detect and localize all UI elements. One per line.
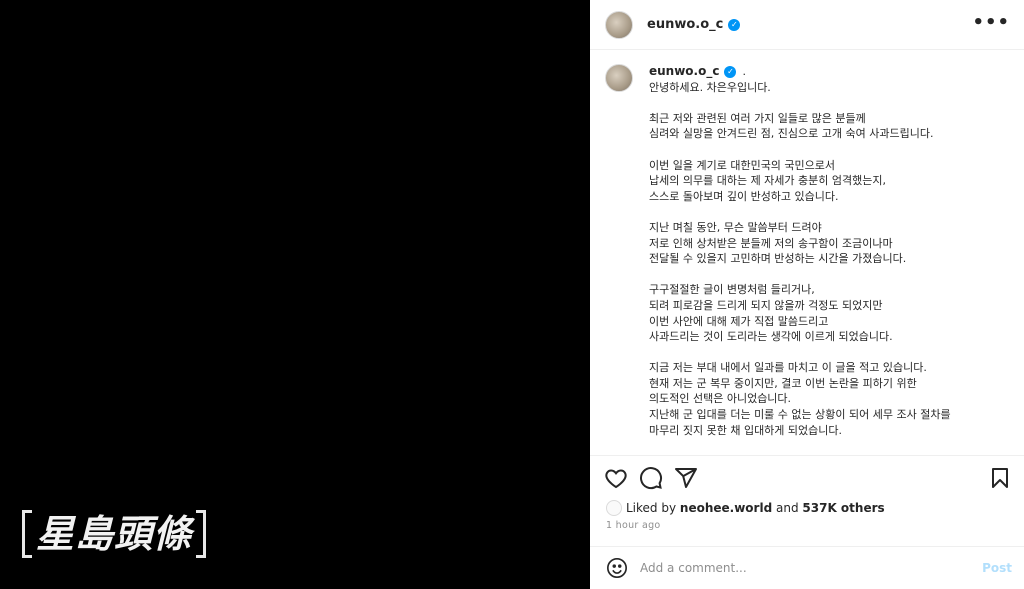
caption-username[interactable]: eunwo.o_c xyxy=(649,64,719,78)
caption-header-line: eunwo.o_c ✓. xyxy=(649,64,951,80)
caption-body: eunwo.o_c ✓. 안녕하세요. 차은우입니다. 최근 저와 관련된 여러 가… xyxy=(649,64,951,438)
likes-summary: Liked by neohee.world and 537K others xyxy=(606,500,885,516)
comment-icon[interactable] xyxy=(639,466,663,490)
caption: eunwo.o_c ✓. 안녕하세요. 차은우입니다. 최근 저와 관련된 여러 가… xyxy=(605,64,1010,438)
caption-line: 납세의 의무를 대하는 제 자세가 충분히 엄격했는지, xyxy=(649,174,886,188)
caption-text: 안녕하세요. 차은우입니다. 최근 저와 관련된 여러 가지 일들로 많은 분들께… xyxy=(649,80,951,439)
caption-line: 지난해 군 입대를 더는 미룰 수 없는 상황이 되어 세무 조사 절차를 xyxy=(649,408,951,422)
caption-line: 안녕하세요. 차은우입니다. xyxy=(649,80,771,94)
caption-line: 되려 피로감을 드리게 되지 않을까 걱정도 되었지만 xyxy=(649,298,883,312)
caption-line: 구구절절한 글이 변명처럼 들리거나, xyxy=(649,283,815,297)
caption-avatar[interactable] xyxy=(605,64,633,92)
verified-badge-icon: ✓ xyxy=(724,66,737,78)
header-username[interactable]: eunwo.o_c ✓ xyxy=(647,17,741,32)
watermark-logo: 星島頭條 xyxy=(22,510,207,558)
comment-bar: Add a comment... Post xyxy=(590,546,1024,589)
caption-paragraph: 안녕하세요. 차은우입니다. xyxy=(649,80,951,96)
caption-line: 마무리 짓지 못한 채 입대하게 되었습니다. xyxy=(649,423,843,437)
emoji-icon[interactable] xyxy=(606,557,628,579)
watermark-text: 星島頭條 xyxy=(36,512,193,556)
avatar[interactable] xyxy=(605,10,633,39)
caption-line: 이번 일을 계기로 대한민국의 국민으로서 xyxy=(649,158,836,172)
caption-paragraph: 지난 며칠 동안, 무슨 말씀부터 드려야저로 인해 상처받은 분들께 저의 송… xyxy=(649,220,951,267)
caption-line: 지금 저는 부대 내에서 일과를 마치고 이 글을 적고 있습니다. xyxy=(649,361,927,375)
caption-line: 지난 며칠 동안, 무슨 말씀부터 드려야 xyxy=(649,220,822,234)
post-panel: eunwo.o_c ✓ ••• eunwo.o_c ✓. 안녕하세요. 차은우입니다… xyxy=(590,0,1024,589)
caption-line: 전달될 수 있을지 고민하며 반성하는 시간을 가졌습니다. xyxy=(649,252,907,266)
caption-line: 현재 저는 군 복무 중이지만, 결코 이번 논란을 피하기 위한 xyxy=(649,376,917,390)
caption-paragraph: 최근 저와 관련된 여러 가지 일들로 많은 분들께심려와 실망을 안겨드린 점… xyxy=(649,111,951,142)
heart-icon[interactable] xyxy=(604,466,628,490)
liker-avatar[interactable] xyxy=(606,500,622,516)
share-icon[interactable] xyxy=(674,466,698,490)
caption-line: 이번 사안에 대해 제가 직접 말씀드리고 xyxy=(649,314,829,328)
likes-others[interactable]: 537K others xyxy=(802,501,884,515)
caption-line: 사과드리는 것이 도리라는 생각에 이르게 되었습니다. xyxy=(649,330,893,344)
bookmark-icon[interactable] xyxy=(988,466,1012,490)
caption-paragraph: 지금 저는 부대 내에서 일과를 마치고 이 글을 적고 있습니다. 현재 저는 … xyxy=(649,360,951,438)
watermark-bracket-left xyxy=(22,510,32,558)
caption-paragraph: 이번 일을 계기로 대한민국의 국민으로서납세의 의무를 대하는 제 자세가 충… xyxy=(649,158,951,205)
caption-line: 스스로 돌아보며 깊이 반성하고 있습니다. xyxy=(649,189,839,203)
caption-line: 의도적인 선택은 아니었습니다. xyxy=(649,392,792,406)
caption-line: 최근 저와 관련된 여러 가지 일들로 많은 분들께 xyxy=(649,111,866,125)
post-button[interactable]: Post xyxy=(982,561,1012,575)
media-area[interactable]: 星島頭條 xyxy=(0,0,590,589)
likes-joiner: and xyxy=(776,501,799,515)
post-timestamp[interactable]: 1 hour ago xyxy=(606,520,661,531)
caption-trailing: . xyxy=(742,65,746,78)
action-bar xyxy=(590,455,1024,497)
verified-badge-icon: ✓ xyxy=(728,18,741,31)
caption-line: 심려와 실망을 안겨드린 점, 진심으로 고개 숙여 사과드립니다. xyxy=(649,127,934,141)
likes-prefix: Liked by xyxy=(626,501,677,515)
more-options-icon[interactable]: ••• xyxy=(972,12,1010,33)
liker-username[interactable]: neohee.world xyxy=(680,501,772,515)
post-header: eunwo.o_c ✓ ••• xyxy=(590,0,1024,50)
caption-paragraph: 구구절절한 글이 변명처럼 들리거나, 되려 피로감을 드리게 되지 않을까 걱정… xyxy=(649,282,951,344)
comment-input[interactable]: Add a comment... xyxy=(640,561,970,575)
watermark-bracket-right xyxy=(196,510,207,558)
caption-line: 저로 인해 상처받은 분들께 저의 송구함이 조금이나마 xyxy=(649,236,893,250)
